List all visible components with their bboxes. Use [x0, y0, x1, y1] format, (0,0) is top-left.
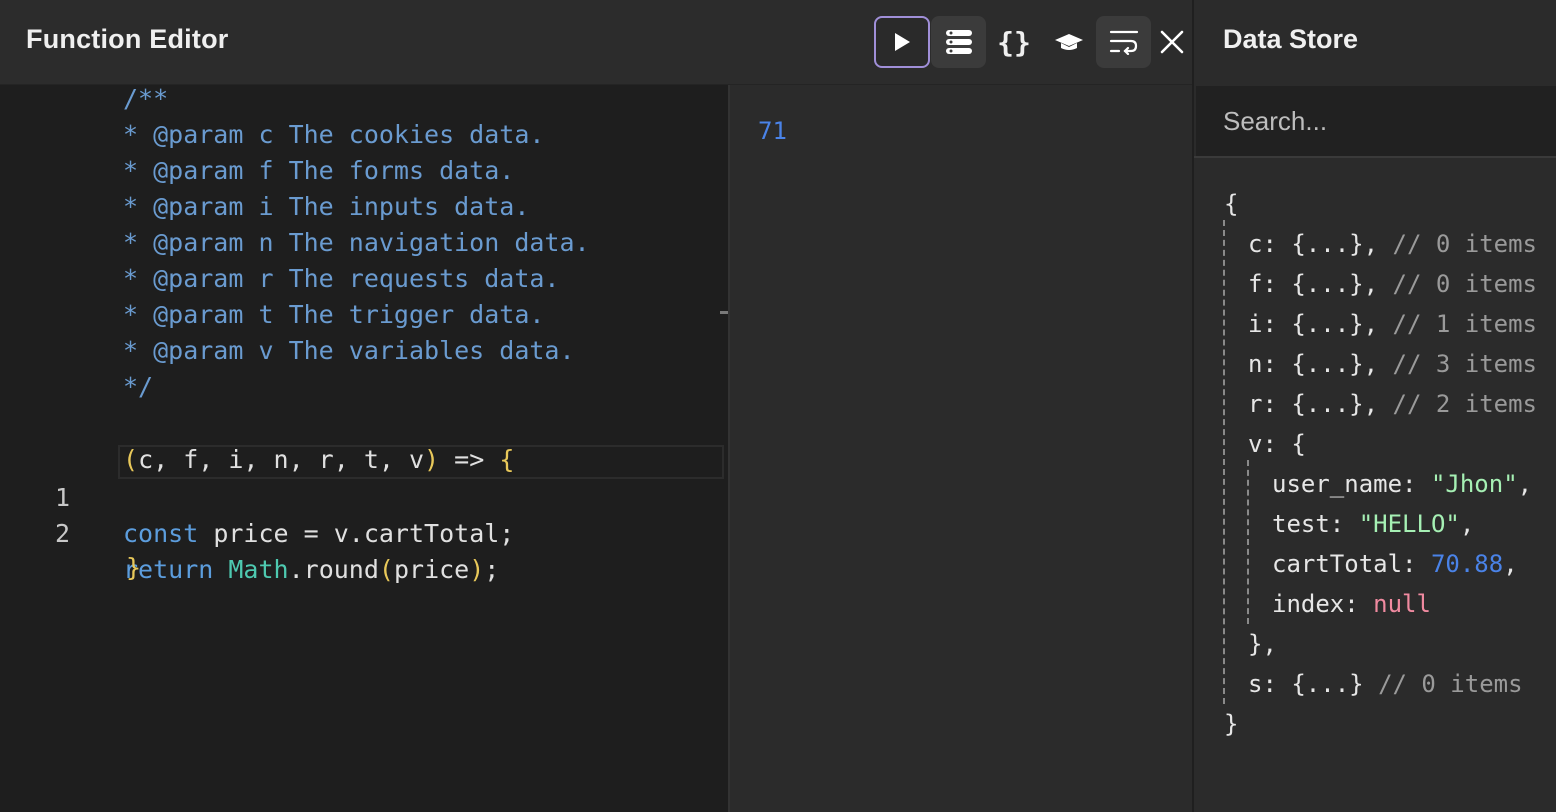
- tree-row-f[interactable]: f: {...}, // 0 items: [1248, 264, 1537, 304]
- tree-row-n[interactable]: n: {...}, // 3 items: [1248, 344, 1537, 384]
- tree-field-index[interactable]: index: null: [1272, 584, 1431, 624]
- tree-close-brace: }: [1224, 710, 1239, 738]
- tree-field-user-name[interactable]: user_name: "Jhon",: [1272, 464, 1532, 504]
- tree-v-close: },: [1248, 630, 1277, 658]
- tree-field-cart-total[interactable]: cartTotal: 70.88,: [1272, 544, 1518, 584]
- data-store-title: Data Store: [1223, 24, 1359, 54]
- wrap-text-icon: [1109, 30, 1138, 55]
- braces-icon: {}: [997, 25, 1031, 59]
- data-store-button[interactable]: [931, 16, 986, 68]
- result-value: 71: [758, 117, 787, 145]
- data-store-panel: Data Store { c: {...}, // 0 items f: {..…: [1192, 0, 1556, 812]
- tree-field-test[interactable]: test: "HELLO",: [1272, 504, 1474, 544]
- format-braces-button[interactable]: {}: [986, 16, 1042, 68]
- closing-brace: }: [126, 553, 142, 582]
- page-title: Function Editor: [26, 24, 229, 54]
- code-line-1[interactable]: 1 const price = v.cartTotal;: [0, 444, 728, 548]
- code-editor[interactable]: /** * @param c The cookies data. * @para…: [0, 84, 728, 812]
- code-line-2[interactable]: 2 return Math.round(price);: [0, 480, 728, 584]
- database-icon: [945, 30, 972, 54]
- function-signature: (c, f, i, n, r, t, v) => {: [123, 445, 515, 474]
- editor-header: Function Editor {}: [0, 0, 1192, 85]
- tree-row-c[interactable]: c: {...}, // 0 items: [1248, 224, 1537, 264]
- divider: [1194, 156, 1556, 158]
- graduation-cap-icon: [1055, 34, 1083, 50]
- scroll-marker: [720, 311, 728, 314]
- close-button[interactable]: [1151, 16, 1192, 68]
- tree-guide: [1247, 460, 1249, 624]
- play-icon: [895, 33, 910, 51]
- tree-row-r[interactable]: r: {...}, // 2 items: [1248, 384, 1537, 424]
- close-icon: [1160, 30, 1183, 54]
- learn-button[interactable]: [1041, 16, 1097, 68]
- wrap-lines-button[interactable]: [1096, 16, 1151, 68]
- tree-guide: [1223, 220, 1225, 704]
- tree-row-v[interactable]: v: {: [1248, 424, 1306, 464]
- result-pane: 71: [730, 85, 1192, 812]
- tree-row-s[interactable]: s: {...} // 0 items: [1248, 664, 1523, 704]
- tree-row-i[interactable]: i: {...}, // 1 items: [1248, 304, 1537, 344]
- tree-open-brace: {: [1224, 190, 1239, 218]
- run-button[interactable]: [874, 16, 930, 68]
- search-input[interactable]: [1196, 86, 1556, 156]
